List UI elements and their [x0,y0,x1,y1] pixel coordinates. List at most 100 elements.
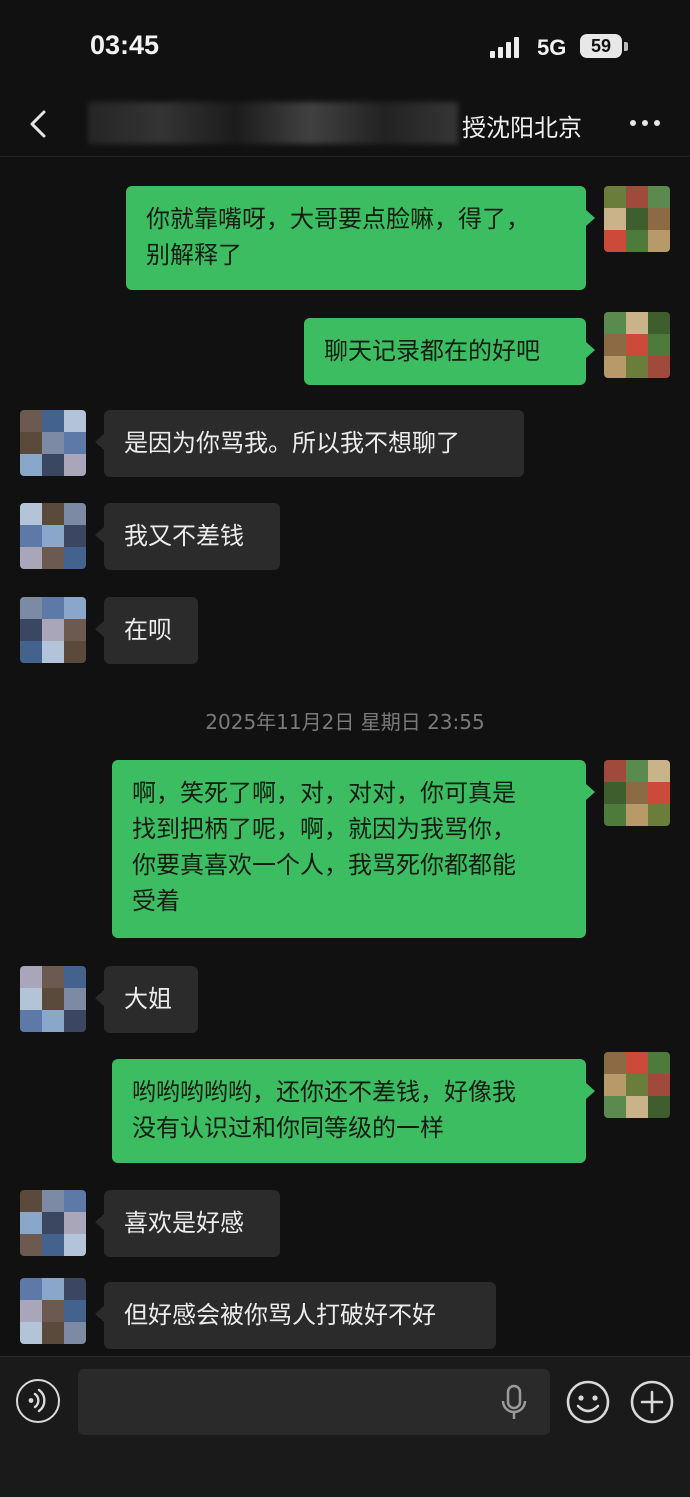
avatar-pixel [604,804,626,826]
avatar-pixel [64,1234,86,1256]
status-bar: 03:45 5G 59 [0,0,690,90]
avatar-pixel [626,334,648,356]
bubble-tail [586,342,595,358]
avatar-pixel [626,186,648,208]
microphone-icon[interactable] [500,1383,528,1423]
contact-avatar[interactable] [20,597,86,663]
contact-avatar[interactable] [20,1190,86,1256]
incoming-message-bubble[interactable]: 我又不差钱 [104,503,280,570]
more-dots-icon [630,120,660,126]
contact-avatar[interactable] [20,1278,86,1344]
avatar-pixel [20,547,42,569]
avatar-pixel [20,432,42,454]
message-input[interactable] [78,1369,550,1435]
incoming-message-bubble[interactable]: 但好感会被你骂人打破好不好 [104,1282,496,1349]
avatar-pixel [648,782,670,804]
status-time: 03:45 [90,30,160,60]
avatar-pixel [42,966,64,988]
avatar-pixel [20,619,42,641]
voice-button[interactable] [16,1379,60,1423]
back-button[interactable] [22,104,58,144]
avatar-pixel [648,208,670,230]
bubble-tail [95,990,104,1006]
avatar-pixel [42,1300,64,1322]
emoji-icon [566,1380,610,1424]
avatar-pixel [626,1096,648,1118]
outgoing-message-bubble[interactable]: 聊天记录都在的好吧 [304,318,586,385]
avatar-pixel [626,804,648,826]
avatar-pixel [42,1212,64,1234]
avatar-pixel [604,334,626,356]
avatar-pixel [42,1234,64,1256]
bubble-tail [586,210,595,226]
avatar-pixel [626,230,648,252]
input-bar [0,1356,690,1497]
bubble-tail [586,784,595,800]
outgoing-message-bubble[interactable]: 你就靠嘴呀，大哥要点脸嘛，得了， 别解释了 [126,186,586,290]
message-text-line: 聊天记录都在的好吧 [324,337,540,365]
avatar-pixel [64,432,86,454]
avatar-pixel [626,1074,648,1096]
contact-avatar[interactable] [20,503,86,569]
avatar-pixel [42,1322,64,1344]
chat-header: 授沈阳北京 [0,92,690,157]
avatar-pixel [648,1074,670,1096]
bubble-tail [95,1306,104,1322]
avatar-pixel [64,547,86,569]
avatar-pixel [64,454,86,476]
incoming-message-bubble[interactable]: 在呗 [104,597,198,664]
avatar-pixel [648,334,670,356]
my-avatar[interactable] [604,1052,670,1118]
avatar-pixel [604,312,626,334]
message-text-line: 找到把柄了呢，啊，就因为我骂你， [132,815,516,843]
avatar-pixel [42,641,64,663]
battery-tip [624,42,628,51]
avatar-pixel [42,547,64,569]
avatar-pixel [648,356,670,378]
my-avatar[interactable] [604,186,670,252]
incoming-message-bubble[interactable]: 是因为你骂我。所以我不想聊了 [104,410,524,477]
contact-avatar[interactable] [20,410,86,476]
my-avatar[interactable] [604,760,670,826]
message-text-line: 受着 [132,887,180,915]
avatar-pixel [20,525,42,547]
avatar-pixel [604,186,626,208]
avatar-pixel [20,1190,42,1212]
avatar-pixel [42,503,64,525]
message-text-line: 但好感会被你骂人打破好不好 [124,1301,436,1329]
avatar-pixel [604,782,626,804]
avatar-pixel [64,1300,86,1322]
avatar-pixel [64,1010,86,1032]
avatar-pixel [42,988,64,1010]
emoji-button[interactable] [565,1379,611,1425]
message-text-line: 没有认识过和你同等级的一样 [132,1114,444,1142]
avatar-pixel [20,988,42,1010]
message-text-line: 哟哟哟哟哟，还你还不差钱，好像我 [132,1078,516,1106]
avatar-pixel [626,782,648,804]
avatar-pixel [626,312,648,334]
outgoing-message-bubble[interactable]: 啊，笑死了啊，对，对对，你可真是 找到把柄了呢，啊，就因为我骂你， 你要真喜欢一个人… [112,760,586,938]
avatar-pixel [604,230,626,252]
bubble-tail [586,1083,595,1099]
incoming-message-bubble[interactable]: 大姐 [104,966,198,1033]
avatar-pixel [64,410,86,432]
plus-button[interactable] [629,1379,675,1425]
chevron-left-icon [30,110,46,138]
avatar-pixel [64,503,86,525]
avatar-pixel [20,1010,42,1032]
message-text-line: 别解释了 [146,241,242,269]
more-button[interactable] [628,110,662,136]
avatar-pixel [648,1096,670,1118]
message-text-line: 你就靠嘴呀，大哥要点脸嘛，得了， [146,205,530,233]
avatar-pixel [20,454,42,476]
bubble-tail [95,621,104,637]
outgoing-message-bubble[interactable]: 哟哟哟哟哟，还你还不差钱，好像我 没有认识过和你同等级的一样 [112,1059,586,1163]
avatar-pixel [20,503,42,525]
avatar-pixel [20,1322,42,1344]
incoming-message-bubble[interactable]: 喜欢是好感 [104,1190,280,1257]
avatar-pixel [604,208,626,230]
avatar-pixel [20,1300,42,1322]
chat-title-text: 授沈阳北京 [462,114,582,142]
my-avatar[interactable] [604,312,670,378]
contact-avatar[interactable] [20,966,86,1032]
